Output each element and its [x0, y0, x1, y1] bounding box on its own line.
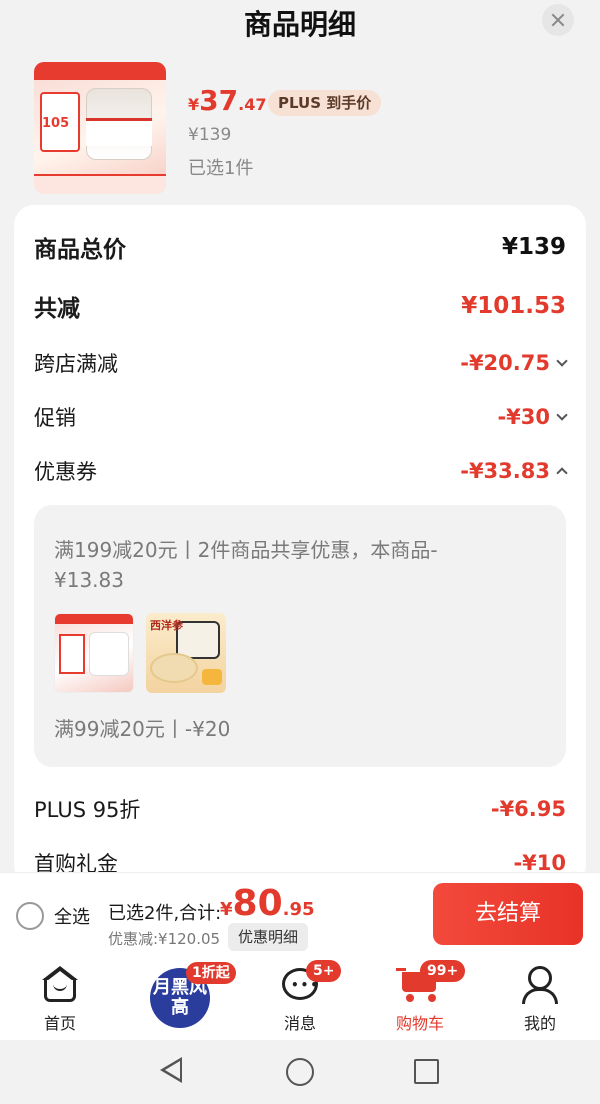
coupon-product-thumb-2[interactable]: 西洋参: [146, 613, 226, 693]
product-header: 商品明细 105 ¥ 37 .47 PLUS 到手价 ¥139 已选1件: [0, 0, 600, 200]
coupon-value: -¥33.83: [460, 459, 550, 483]
messages-count-badge: 5+: [306, 960, 342, 982]
chevron-up-icon[interactable]: [556, 467, 568, 479]
promotion-value-wrap: -¥30: [497, 405, 568, 429]
message-icon-dots: •••: [291, 978, 321, 992]
recent-apps-icon[interactable]: [414, 1059, 439, 1084]
cross-store-label: 跨店满减: [34, 352, 118, 376]
plus-discount-label: PLUS 95折: [34, 798, 141, 822]
checkout-bar: 全选 已选2件,合计: ¥ 80 .95 优惠减:¥120.05 优惠明细 去结…: [0, 872, 600, 958]
back-icon-inner: [165, 1061, 180, 1079]
coupon-value-wrap: -¥33.83: [460, 459, 568, 483]
select-all-label[interactable]: 全选: [54, 903, 90, 929]
mini-thumb-badge: [59, 634, 85, 674]
total-currency: ¥: [220, 899, 233, 920]
tab-home-label: 首页: [43, 1014, 76, 1033]
price-breakdown-panel: 商品总价 ¥139 共减 ¥101.53 跨店满减 -¥20.75 促销 -¥3…: [14, 205, 586, 885]
original-price: ¥139: [188, 125, 232, 145]
row-cross-store-discount[interactable]: 跨店满减 -¥20.75: [34, 343, 568, 383]
thumb-footer: [34, 174, 166, 194]
row-total-price: 商品总价 ¥139: [34, 227, 566, 267]
system-nav-bar: [0, 1040, 600, 1104]
product-jar-label: [86, 118, 152, 146]
coupon-product-thumb-1[interactable]: [54, 613, 134, 693]
mini-thumb-jar: [89, 632, 129, 676]
total-price-value: ¥139: [501, 234, 566, 260]
product-thumbnail[interactable]: 105: [34, 62, 166, 194]
coupon-detail-box: 满199减20元丨2件商品共享优惠，本商品-¥13.83 西洋参 满99减20元…: [34, 505, 566, 767]
product-price: ¥ 37 .47: [188, 84, 266, 120]
cart-total-label: 已选2件,合计:: [108, 903, 222, 924]
discount-detail-button[interactable]: 优惠明细: [228, 923, 309, 951]
select-all-checkbox[interactable]: [16, 902, 44, 930]
mini-thumb-slice: [202, 669, 222, 685]
tab-me[interactable]: 我的: [480, 958, 600, 1040]
saved-amount: 优惠减:¥120.05: [108, 930, 221, 948]
price-currency: ¥: [188, 95, 200, 114]
total-decimal: .95: [282, 899, 315, 920]
row-promotion[interactable]: 促销 -¥30: [34, 397, 568, 437]
promotion-label: 促销: [34, 406, 76, 430]
plus-price-tag: PLUS 到手价: [268, 90, 382, 116]
tab-messages-label: 消息: [283, 1014, 316, 1033]
selected-count: 已选1件: [188, 158, 254, 179]
thumb-price-text: 105: [42, 116, 70, 131]
promo-badge: 1折起: [186, 962, 236, 984]
row-coupon[interactable]: 优惠券 -¥33.83: [34, 451, 568, 491]
total-price-label: 商品总价: [34, 237, 126, 263]
reduction-value: ¥101.53: [461, 293, 566, 319]
tab-home[interactable]: 首页: [0, 958, 120, 1040]
coupon-detail-line2: 满99减20元丨-¥20: [54, 717, 231, 741]
tab-cart[interactable]: 99+ 购物车: [360, 958, 480, 1040]
reduction-label: 共减: [34, 296, 80, 322]
home-circle-icon[interactable]: [286, 1058, 314, 1086]
tab-promo[interactable]: 月黑风高 1折起: [120, 958, 240, 1040]
chevron-down-icon[interactable]: [556, 409, 568, 421]
tab-me-label: 我的: [523, 1014, 556, 1033]
row-plus-discount: PLUS 95折 -¥6.95: [34, 789, 566, 829]
cart-count-badge: 99+: [420, 960, 466, 982]
total-integer: 80: [232, 883, 283, 924]
cart-icon-wheel: [406, 994, 414, 1002]
plus-discount-value: -¥6.95: [490, 797, 566, 821]
user-icon-body: [522, 988, 558, 1004]
thumb-banner: [34, 62, 166, 80]
page-title: 商品明细: [243, 8, 356, 41]
mini-thumb-tag: 西洋参: [150, 619, 183, 632]
bottom-tab-bar: 首页 月黑风高 1折起 ••• 5+ 消息 99+ 购物车 我的: [0, 958, 600, 1040]
chevron-down-icon[interactable]: [556, 355, 568, 367]
cart-total-price: ¥ 80 .95: [220, 883, 315, 924]
tab-cart-label: 购物车: [395, 1014, 444, 1033]
cart-icon-wheel: [428, 994, 436, 1002]
price-decimal: .47: [238, 95, 267, 114]
promotion-value: -¥30: [497, 405, 550, 429]
close-icon[interactable]: [542, 4, 574, 36]
row-total-reduction: 共减 ¥101.53: [34, 286, 566, 326]
coupon-detail-line1: 满199减20元丨2件商品共享优惠，本商品-¥13.83: [54, 538, 438, 592]
cross-store-value: -¥20.75: [460, 351, 550, 375]
cross-store-value-wrap: -¥20.75: [460, 351, 568, 375]
user-icon: [528, 966, 552, 990]
checkout-button[interactable]: 去结算: [433, 883, 583, 945]
tab-messages[interactable]: ••• 5+ 消息: [240, 958, 360, 1040]
cart-icon: [396, 968, 406, 971]
mini-thumb-banner: [55, 614, 133, 624]
mini-thumb-plate: [150, 653, 198, 683]
coupon-label: 优惠券: [34, 460, 97, 484]
price-integer: 37: [199, 84, 239, 117]
